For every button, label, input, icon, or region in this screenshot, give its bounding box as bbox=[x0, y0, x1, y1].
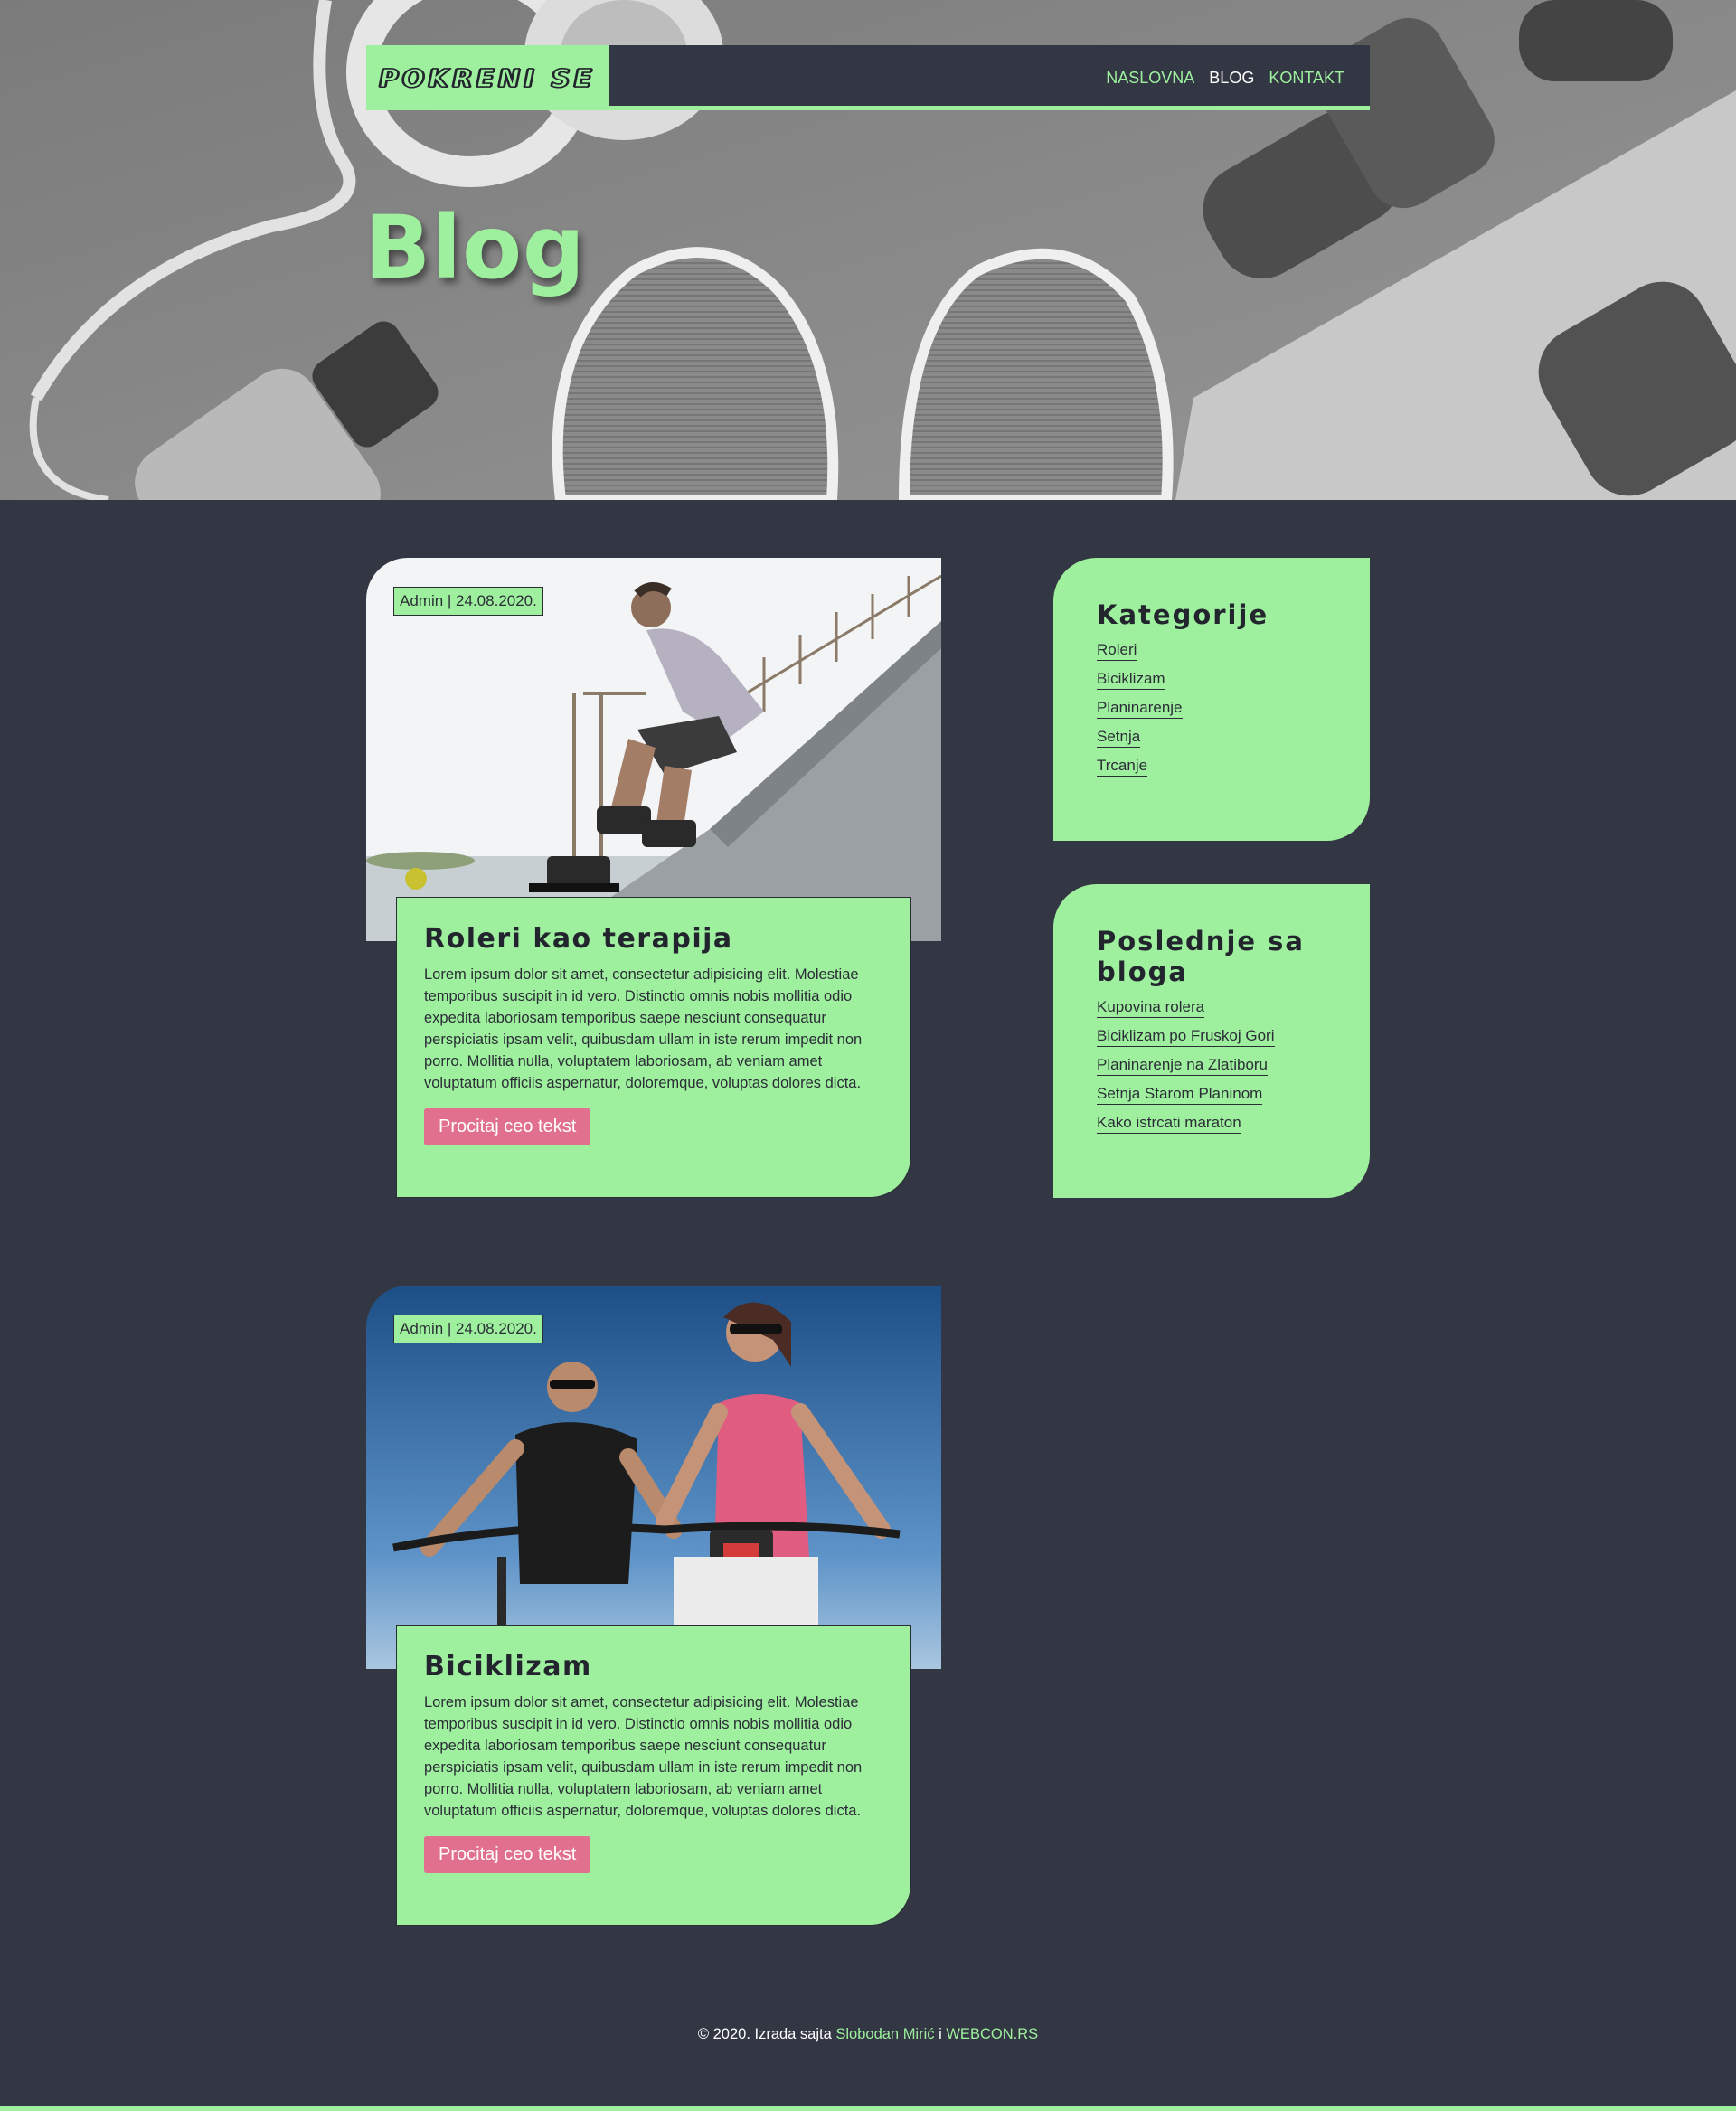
category-link-setnja[interactable]: Setnja bbox=[1097, 728, 1141, 748]
list-item: Planinarenje na Zlatiboru bbox=[1097, 1056, 1326, 1085]
hero-banner: POKRENI SE NASLOVNA BLOG KONTAKT Blog bbox=[0, 0, 1736, 500]
footer-author-link[interactable]: Slobodan Mirić bbox=[835, 2026, 934, 2042]
recent-posts-widget: Poslednje sa bloga Kupovina rolera Bicik… bbox=[1053, 884, 1370, 1198]
logo-text: POKRENI SE bbox=[379, 62, 597, 94]
nav-links: NASLOVNA BLOG KONTAKT bbox=[1106, 45, 1344, 110]
site-logo[interactable]: POKRENI SE bbox=[366, 45, 609, 110]
category-link-biciklizam[interactable]: Biciklizam bbox=[1097, 670, 1165, 690]
post-title[interactable]: Biciklizam bbox=[424, 1651, 883, 1682]
list-item: Roleri bbox=[1097, 641, 1326, 670]
list-item: Biciklizam po Fruskoj Gori bbox=[1097, 1027, 1326, 1056]
list-item: Trcanje bbox=[1097, 757, 1326, 786]
page-title: Blog bbox=[364, 197, 586, 298]
footer-company-link[interactable]: WEBCON.RS bbox=[946, 2026, 1038, 2042]
recent-post-link[interactable]: Setnja Starom Planinom bbox=[1097, 1085, 1263, 1105]
list-item: Setnja Starom Planinom bbox=[1097, 1085, 1326, 1114]
site-footer: © 2020. Izrada sajta Slobodan Mirić i WE… bbox=[0, 2026, 1736, 2043]
post-excerpt: Lorem ipsum dolor sit amet, consectetur … bbox=[424, 1694, 863, 1819]
post-title[interactable]: Roleri kao terapija bbox=[424, 923, 883, 955]
nav-item-blog[interactable]: BLOG bbox=[1209, 69, 1254, 88]
category-list: Roleri Biciklizam Planinarenje Setnja Tr… bbox=[1097, 641, 1326, 786]
category-link-trcanje[interactable]: Trcanje bbox=[1097, 757, 1148, 777]
nav-item-kontakt[interactable]: KONTAKT bbox=[1269, 69, 1344, 88]
category-link-roleri[interactable]: Roleri bbox=[1097, 641, 1137, 661]
post-meta-badge: Admin | 24.08.2020. bbox=[393, 587, 543, 616]
list-item: Kako istrcati maraton bbox=[1097, 1114, 1326, 1143]
widget-title: Poslednje sa bloga bbox=[1097, 926, 1305, 987]
list-item: Setnja bbox=[1097, 728, 1326, 757]
main-navbar: POKRENI SE NASLOVNA BLOG KONTAKT bbox=[366, 45, 1370, 110]
footer-accent-bar bbox=[0, 2106, 1736, 2111]
recent-post-link[interactable]: Planinarenje na Zlatiboru bbox=[1097, 1056, 1269, 1076]
post-meta-badge: Admin | 24.08.2020. bbox=[393, 1315, 543, 1343]
nav-item-naslovna[interactable]: NASLOVNA bbox=[1106, 69, 1194, 88]
footer-separator: i bbox=[934, 2026, 947, 2042]
categories-widget: Kategorije Roleri Biciklizam Planinarenj… bbox=[1053, 558, 1370, 841]
post-content-box: Roleri kao terapija Lorem ipsum dolor si… bbox=[396, 897, 911, 1198]
post-content-box: Biciklizam Lorem ipsum dolor sit amet, c… bbox=[396, 1625, 911, 1926]
list-item: Planinarenje bbox=[1097, 699, 1326, 728]
recent-post-link[interactable]: Kupovina rolera bbox=[1097, 998, 1205, 1018]
footer-copyright: © 2020. Izrada sajta bbox=[697, 2026, 836, 2042]
post-excerpt: Lorem ipsum dolor sit amet, consectetur … bbox=[424, 966, 863, 1091]
read-more-button[interactable]: Procitaj ceo tekst bbox=[424, 1836, 591, 1873]
read-more-button[interactable]: Procitaj ceo tekst bbox=[424, 1108, 591, 1145]
list-item: Kupovina rolera bbox=[1097, 998, 1326, 1027]
list-item: Biciklizam bbox=[1097, 670, 1326, 699]
recent-posts-list: Kupovina rolera Biciklizam po Fruskoj Go… bbox=[1097, 998, 1326, 1143]
recent-post-link[interactable]: Biciklizam po Fruskoj Gori bbox=[1097, 1027, 1275, 1047]
widget-title: Kategorije bbox=[1097, 599, 1269, 630]
recent-post-link[interactable]: Kako istrcati maraton bbox=[1097, 1114, 1241, 1134]
category-link-planinarenje[interactable]: Planinarenje bbox=[1097, 699, 1183, 719]
